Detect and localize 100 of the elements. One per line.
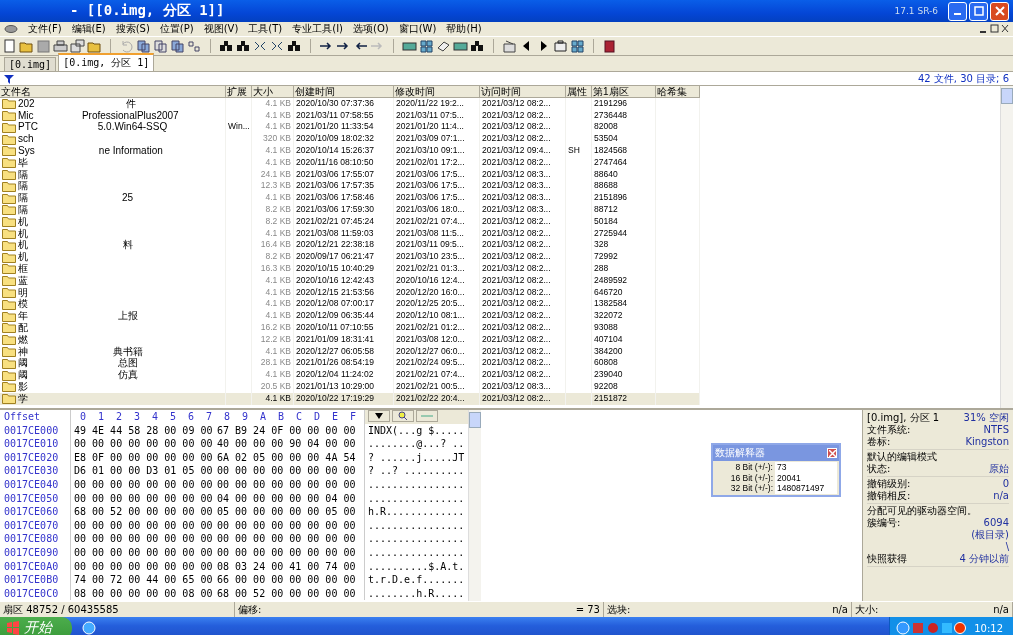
value-field[interactable]: 20041 bbox=[775, 472, 837, 483]
camera-icon[interactable] bbox=[553, 39, 568, 53]
search-button[interactable] bbox=[392, 410, 414, 422]
modified-time: 2021/02/21 00:5... bbox=[396, 380, 465, 393]
book-icon[interactable] bbox=[602, 39, 617, 53]
column-header[interactable]: 大小 bbox=[252, 86, 294, 98]
column-header[interactable]: 扩展 bbox=[226, 86, 252, 98]
file-name: 隔 bbox=[18, 168, 28, 181]
value-field[interactable]: 73 bbox=[775, 462, 837, 473]
copy-icon[interactable] bbox=[136, 39, 151, 53]
file-row[interactable]: 燃 12.2 KB 2021/01/09 18:31:41 2021/03/08 12:0... 2021/03/12 08:2... 407104 bbox=[0, 333, 700, 346]
file-row[interactable]: 年 上报 4.1 KB 2020/12/09 06:35:44 2020/12/10 08:1... 2021/03/12 08:2... 322072 bbox=[0, 310, 700, 322]
file-row[interactable]: Sys ne Information 4.1 KB 2020/10/14 15:26:37 2021/03/10 09:1... 2021/03/12 09:4... SH 1824568 bbox=[0, 145, 700, 157]
scrollbar[interactable] bbox=[1000, 86, 1013, 408]
save-icon[interactable] bbox=[36, 39, 51, 53]
file-row[interactable]: 阈 总图 28.1 KB 2021/01/26 08:54:19 2021/02/24 09:5... 2021/03/12 08:2... 60808 bbox=[0, 357, 700, 370]
maximize-button[interactable] bbox=[969, 1, 988, 21]
tab[interactable]: [0.img] bbox=[4, 57, 57, 71]
column-header[interactable]: 修改时间 bbox=[394, 86, 480, 98]
file-row[interactable]: 机 4.1 KB 2021/03/08 11:59:03 2021/03/08 11:5... 2021/03/12 08:2... 2725944 bbox=[0, 227, 700, 240]
column-header[interactable]: 属性 bbox=[566, 86, 592, 98]
line-icon bbox=[421, 413, 433, 419]
tab[interactable]: [0.img, 分区 1] bbox=[58, 53, 155, 71]
open-folder-icon[interactable] bbox=[19, 39, 34, 53]
column-header[interactable]: 文件名 bbox=[0, 86, 226, 98]
clipboard-icon[interactable] bbox=[170, 39, 185, 53]
menu-item[interactable]: 选项(O) bbox=[353, 22, 389, 36]
info-label: 簇编号: bbox=[867, 517, 901, 529]
file-row[interactable]: 202 件 4.1 KB 2020/10/30 07:37:36 2020/11/22 19:2... 2021/03/12 08:2... 2191296 bbox=[0, 97, 700, 110]
monitor-icon[interactable] bbox=[453, 39, 468, 53]
file-name: 框 bbox=[18, 262, 28, 275]
bit-label: 16 Bit (+/-): bbox=[729, 472, 774, 483]
hex-bytes: D6 01 00 00 D3 01 05 00 bbox=[74, 464, 214, 478]
file-row[interactable]: 蓝 4.1 KB 2020/10/16 12:42:43 2020/10/16 12:4... 2021/03/12 08:2... 2489592 bbox=[0, 274, 700, 287]
hex-column-header: 5 bbox=[169, 410, 177, 424]
binoculars-icon[interactable] bbox=[287, 39, 302, 53]
menu-item[interactable]: 文件(F) bbox=[28, 22, 62, 36]
tray-icons-drawing[interactable] bbox=[896, 621, 967, 635]
file-row[interactable]: 隔 24.1 KB 2021/03/06 17:55:07 2021/03/06 17:5... 2021/03/12 08:3... 88640 bbox=[0, 168, 700, 181]
file-row[interactable]: 机 8.2 KB 2020/09/17 06:21:47 2021/03/10 23:5... 2021/03/12 08:2... 72992 bbox=[0, 251, 700, 263]
file-row[interactable]: PTC 5.0.Win64-SSQ Win... 4.1 KB 2021/01/20 11:33:54 2021/01/20 11:4... 2021/03/12 08:2... 82008 bbox=[0, 121, 700, 134]
accessed-time: 2021/03/12 08:2... bbox=[482, 274, 551, 287]
ascii-text: INDX(...g $..... bbox=[368, 424, 465, 436]
file-row[interactable]: 机 8.2 KB 2021/02/21 07:45:24 2021/02/21 07:4... 2021/03/12 08:2... 50184 bbox=[0, 215, 700, 228]
sector-number: 1824568 bbox=[594, 145, 628, 157]
folder-icon bbox=[2, 227, 16, 239]
file-row[interactable]: 学 4.1 KB 2020/10/22 17:19:29 2021/02/22 20:4... 2021/03/12 08:2... 2151872 bbox=[0, 392, 700, 405]
file-row[interactable]: 模 4.1 KB 2020/12/08 07:00:17 2020/12/25 20:5... 2021/03/12 08:2... 1382584 bbox=[0, 298, 700, 311]
column-header[interactable]: 创建时间 bbox=[294, 86, 394, 98]
close-button[interactable] bbox=[827, 448, 837, 458]
hex-column-header: F bbox=[349, 410, 357, 424]
search-icon[interactable] bbox=[470, 39, 485, 53]
file-row[interactable]: 阈 仿真 4.1 KB 2020/12/04 11:24:02 2021/02/21 07:4... 2021/03/12 08:2... 239040 bbox=[0, 369, 700, 381]
minimize-button[interactable] bbox=[948, 1, 967, 21]
value-field[interactable]: 1480871497 bbox=[775, 483, 837, 494]
menu-item[interactable]: 搜索(S) bbox=[115, 22, 150, 36]
column-header[interactable]: 访问时间 bbox=[480, 86, 566, 98]
file-row[interactable]: 隔 8.2 KB 2021/03/06 17:59:30 2021/03/06 18:0... 2021/03/12 08:3... 88712 bbox=[0, 203, 700, 216]
file-row[interactable]: 框 16.3 KB 2020/10/15 10:40:29 2021/02/21 01:3... 2021/03/12 08:2... 288 bbox=[0, 262, 700, 275]
file-row[interactable]: 毕 4.1 KB 2020/11/16 08:10:50 2021/02/01 17:2... 2021/03/12 08:2... 2747464 bbox=[0, 156, 700, 169]
dropdown-button[interactable] bbox=[368, 410, 390, 422]
menu-item[interactable]: 帮助(H) bbox=[446, 22, 482, 36]
window-controls-icon[interactable] bbox=[979, 24, 1009, 34]
eraser-icon[interactable] bbox=[436, 39, 451, 53]
menu-item[interactable]: 专业工具(I) bbox=[292, 22, 344, 36]
file-row[interactable]: sch 320 KB 2020/10/09 18:02:32 2021/03/09 07:1... 2021/03/12 08:2... 53504 bbox=[0, 133, 700, 145]
properties-icon[interactable] bbox=[70, 39, 85, 53]
menu-item[interactable]: 窗口(W) bbox=[398, 22, 437, 36]
info-value: 0 bbox=[1002, 478, 1009, 490]
binoculars-icon[interactable] bbox=[236, 39, 251, 53]
browser-icon[interactable] bbox=[82, 621, 96, 635]
scrollbar[interactable] bbox=[468, 410, 481, 601]
file-row[interactable]: 机 料 16.4 KB 2020/12/21 22:38:18 2021/03/11 09:5... 2021/03/12 08:2... 328 bbox=[0, 239, 700, 252]
menu-item[interactable]: 位置(P) bbox=[159, 22, 194, 36]
file-row[interactable]: 神 典书籍 4.1 KB 2020/12/27 06:05:58 2020/12/27 06:0... 2021/03/12 08:2... 384200 bbox=[0, 345, 700, 358]
file-row[interactable]: 影 20.5 KB 2021/01/13 10:29:00 2021/02/21 00:5... 2021/03/12 08:3... 92208 bbox=[0, 380, 700, 393]
file-name: sch bbox=[18, 133, 34, 145]
close-button[interactable] bbox=[990, 1, 1009, 21]
print-icon[interactable] bbox=[53, 39, 68, 53]
column-header[interactable]: 第1扇区 bbox=[592, 86, 656, 98]
ascii-text: ? ..? .......... bbox=[368, 465, 465, 477]
filter-icon[interactable] bbox=[4, 73, 14, 84]
grid-icon[interactable] bbox=[570, 39, 585, 53]
paste-icon[interactable] bbox=[153, 39, 168, 53]
file-row[interactable]: 配 16.2 KB 2020/10/11 07:10:55 2021/02/21 01:2... 2021/03/12 08:2... 93088 bbox=[0, 321, 700, 334]
file-row[interactable]: 明 4.1 KB 2020/12/15 21:53:56 2020/12/20 16:0... 2021/03/12 08:2... 646720 bbox=[0, 286, 700, 299]
menu-item[interactable]: 编辑(E) bbox=[71, 22, 106, 36]
file-row[interactable]: 隔 25 4.1 KB 2021/03/06 17:58:46 2021/03/06 17:5... 2021/03/12 08:3... 2151896 bbox=[0, 192, 700, 204]
sector-number: 2736448 bbox=[594, 109, 628, 122]
binoculars-icon[interactable] bbox=[219, 39, 234, 53]
size-text: 8.2 KB bbox=[265, 251, 291, 263]
windows-icon[interactable] bbox=[419, 39, 434, 53]
column-header[interactable]: 哈希集 bbox=[656, 86, 700, 98]
menu-item[interactable]: 工具(T) bbox=[248, 22, 283, 36]
file-row[interactable]: Mic ProfessionalPlus2007 4.1 KB 2021/03/11 07:58:55 2021/03/11 07:5... 2021/03/12 08:2... 2736448 bbox=[0, 109, 700, 122]
new-file-icon[interactable] bbox=[2, 39, 17, 53]
file-row[interactable]: 隔 12.3 KB 2021/03/06 17:57:35 2021/03/06 17:5... 2021/03/12 08:3... 88688 bbox=[0, 180, 700, 193]
menu-item[interactable]: 视图(V) bbox=[203, 22, 239, 36]
version-label: 17.1 SR-6 bbox=[894, 6, 938, 16]
info-value: 6094 bbox=[983, 517, 1009, 529]
